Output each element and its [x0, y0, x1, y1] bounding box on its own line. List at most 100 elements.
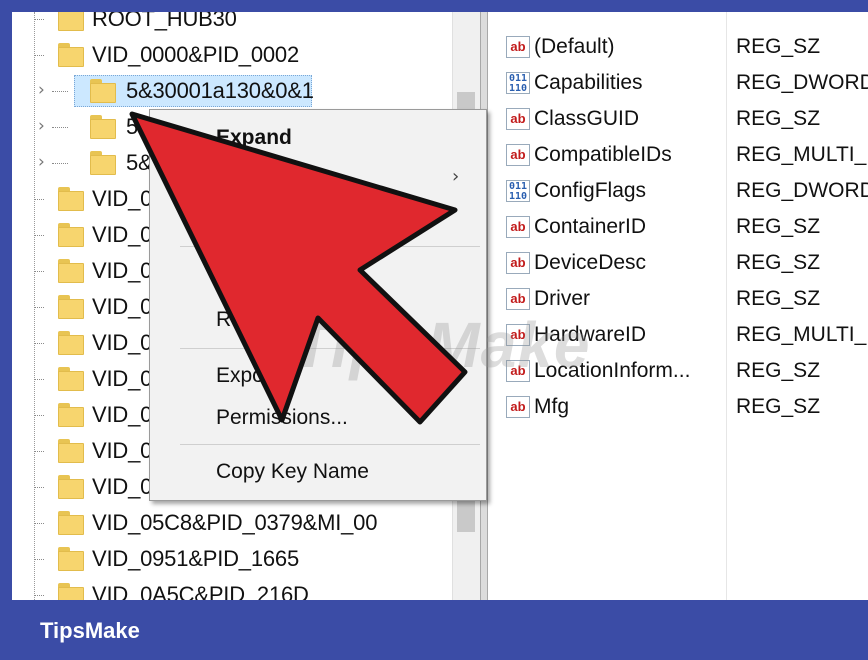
tree-item-label: VID_0000&PID_0002: [92, 42, 299, 67]
string-value-icon: ab: [506, 36, 530, 58]
value-name: ClassGUID: [534, 107, 640, 130]
footer-brand: TipsMake: [40, 618, 140, 643]
folder-icon: [90, 115, 116, 139]
tree-connector: [34, 379, 44, 380]
value-row[interactable]: ab ClassGUID REG_SZ: [488, 102, 868, 138]
tree-item-label: VID_05C8&PID_0379&MI_00: [92, 510, 378, 535]
tree-item-label: VID_0: [92, 438, 153, 463]
tree-connector: [52, 163, 68, 164]
menu-item-permissions[interactable]: Permissions...: [216, 406, 348, 430]
menu-separator: [180, 444, 480, 445]
tree-item-label: VID_0: [92, 366, 153, 391]
tree-connector: [34, 415, 44, 416]
value-type: REG_MULTI_: [736, 143, 867, 166]
value-type: REG_MULTI_: [736, 323, 867, 346]
tree-connector: [34, 235, 44, 236]
tree-item[interactable]: VID_0951&PID_1665: [12, 542, 452, 578]
tree-connector: [52, 127, 68, 128]
value-row[interactable]: 011 110 ConfigFlags REG_DWORD: [488, 174, 868, 210]
string-value-icon: ab: [506, 396, 530, 418]
folder-icon: [58, 223, 84, 247]
string-value-icon: ab: [506, 144, 530, 166]
value-row[interactable]: ab Mfg REG_SZ: [488, 390, 868, 426]
value-name: ConfigFlags: [534, 179, 647, 202]
tree-item[interactable]: VID_0A5C&PID_216D: [12, 578, 452, 600]
value-name: DeviceDesc: [534, 251, 647, 274]
value-name: CompatibleIDs: [534, 143, 672, 166]
footer-bar: TipsMake: [0, 600, 868, 660]
menu-item-expand[interactable]: Expand: [216, 126, 292, 150]
tree-item-label: VID_0: [92, 258, 153, 283]
tree-item-label: VID_0: [92, 222, 153, 247]
tree-item[interactable]: VID_05C8&PID_0379&MI_00: [12, 506, 452, 542]
value-type: REG_SZ: [736, 395, 821, 418]
tree-item-label: VID_0A5C&PID_216D: [92, 582, 309, 600]
tree-item-label: VID_0: [92, 186, 153, 211]
tree-connector: [34, 55, 44, 56]
tree-connector: [34, 19, 44, 20]
folder-icon: [58, 583, 84, 600]
folder-icon: [58, 475, 84, 499]
folder-icon: [58, 331, 84, 355]
value-name: ContainerID: [534, 215, 647, 238]
tree-item-label: VID_0: [92, 402, 153, 427]
binary-value-icon: 011 110: [506, 180, 530, 202]
menu-item-export[interactable]: Expo: [216, 364, 264, 388]
watermark: TipsMake: [292, 309, 591, 381]
value-name: Mfg: [534, 395, 570, 418]
value-row[interactable]: ab DeviceDesc REG_SZ: [488, 246, 868, 282]
string-value-icon: ab: [506, 252, 530, 274]
menu-item-rename[interactable]: R: [216, 308, 231, 332]
submenu-arrow-icon: ›: [452, 166, 460, 187]
string-value-icon: ab: [506, 216, 530, 238]
string-value-icon: ab: [506, 288, 530, 310]
folder-icon: [58, 259, 84, 283]
tree-connector: [34, 487, 44, 488]
folder-icon: [58, 511, 84, 535]
value-type: REG_SZ: [736, 107, 821, 130]
context-menu: Expand › R Expo Permissions... Copy Key …: [149, 109, 487, 501]
string-value-icon: ab: [506, 108, 530, 130]
value-row[interactable]: ab ContainerID REG_SZ: [488, 210, 868, 246]
folder-icon: [58, 547, 84, 571]
value-row[interactable]: ab (Default) REG_SZ: [488, 30, 868, 66]
registry-editor-window: ROOT_HUB30 VID_0000&PID_0002 › 5&30001a130&…: [12, 12, 868, 600]
value-name: Capabilities: [534, 71, 643, 94]
value-type: REG_DWORD: [736, 179, 868, 202]
tree-connector: [34, 595, 44, 596]
value-type: REG_SZ: [736, 35, 821, 58]
chevron-right-icon[interactable]: ›: [38, 80, 45, 100]
tree-item-label: VID_0951&PID_1665: [92, 546, 299, 571]
folder-icon: [58, 403, 84, 427]
value-row[interactable]: 011 110 Capabilities REG_DWORD: [488, 66, 868, 102]
value-type: REG_DWORD: [736, 71, 868, 94]
values-pane: ab (Default) REG_SZ 011 110 Capabilities REG_D…: [488, 12, 868, 600]
folder-icon: [58, 367, 84, 391]
folder-icon: [58, 12, 84, 31]
value-row[interactable]: ab CompatibleIDs REG_MULTI_: [488, 138, 868, 174]
folder-icon: [58, 187, 84, 211]
value-name: (Default): [534, 35, 615, 58]
tree-item[interactable]: ROOT_HUB30: [12, 12, 452, 38]
value-type: REG_SZ: [736, 251, 821, 274]
menu-separator: [180, 246, 480, 247]
chevron-right-icon[interactable]: ›: [38, 152, 45, 172]
value-type: REG_SZ: [736, 215, 821, 238]
menu-item-copy-key-name[interactable]: Copy Key Name: [216, 460, 369, 484]
tree-item-label: VID_0: [92, 330, 153, 355]
tree-connector: [34, 451, 44, 452]
value-type: REG_SZ: [736, 287, 821, 310]
tree-connector: [34, 523, 44, 524]
chevron-right-icon[interactable]: ›: [38, 116, 45, 136]
tree-connector: [34, 271, 44, 272]
tree-item-label: 5&30001a130&0&1: [126, 78, 314, 103]
tree-connector: [34, 343, 44, 344]
value-type: REG_SZ: [736, 359, 821, 382]
tree-connector: [52, 91, 68, 92]
folder-icon: [90, 79, 116, 103]
tree-item[interactable]: VID_0000&PID_0002: [12, 38, 452, 74]
binary-value-icon: 011 110: [506, 72, 530, 94]
tree-item[interactable]: › 5&30001a130&0&1: [12, 74, 452, 110]
folder-icon: [58, 439, 84, 463]
folder-icon: [58, 43, 84, 67]
